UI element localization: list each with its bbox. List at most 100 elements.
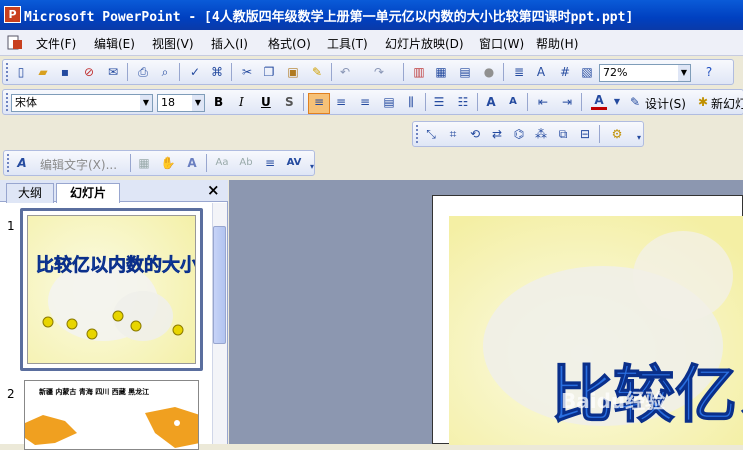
flip-icon[interactable]: ⇄ [489, 126, 505, 142]
same-letter-heights-icon[interactable]: Aa [214, 155, 230, 171]
decrease-font-icon[interactable]: A [505, 94, 521, 110]
powerpoint-app-icon[interactable]: P [4, 6, 21, 23]
menu-slideshow[interactable]: 幻灯片放映(D) [385, 35, 464, 52]
expand-all-icon[interactable]: ≣ [511, 64, 527, 80]
align-center-icon[interactable]: ≡ [333, 94, 349, 110]
menu-help[interactable]: 帮助(H) [536, 35, 578, 52]
underline-button[interactable]: U [261, 95, 271, 109]
menu-window[interactable]: 窗口(W) [479, 35, 524, 52]
open-folder-icon[interactable]: ▰ [35, 64, 51, 80]
menu-edit[interactable]: 编辑(E) [94, 35, 135, 52]
insert-chart-icon[interactable]: ▥ [411, 64, 427, 80]
wordart-alignment-icon[interactable]: ≡ [262, 155, 278, 171]
font-size: 18 [161, 96, 175, 109]
thumbnail-number: 2 [7, 387, 15, 401]
new-document-icon[interactable]: ▯ [13, 64, 29, 80]
character-spacing-icon[interactable]: AV [286, 155, 302, 171]
edit-text-button[interactable]: 编辑文字(X)... [40, 156, 117, 173]
rotate-icon[interactable]: ⟲ [467, 126, 483, 142]
toolbar-grip[interactable] [7, 154, 12, 172]
spelling-icon[interactable]: ✓ [187, 64, 203, 80]
slide-thumbnail-selected[interactable]: 比较亿以内数的大小 [20, 208, 203, 371]
new-slide-icon[interactable]: ✱ [695, 94, 711, 110]
toolbar-options-icon[interactable]: ▾ [304, 159, 320, 175]
shadow-button[interactable]: S [285, 95, 294, 109]
slide-canvas[interactable]: 比较亿以内 Baidu经验 [432, 195, 743, 445]
select-objects-icon[interactable]: ⤡ [423, 126, 439, 142]
paste-icon[interactable]: ▣ [285, 64, 301, 80]
standard-toolbar: ▯ ▰ ▪ ⊘ ✉ ⎙ ⌕ ✓ ⌘ ✂ ❐ ▣ ✎ ↶ ↷ ▥ ▦ ▤ ● ≣ … [2, 59, 734, 85]
show-formatting-icon[interactable]: A [533, 64, 549, 80]
tables-borders-icon[interactable]: ▤ [457, 64, 473, 80]
design-button[interactable]: 设计(S) [645, 95, 686, 112]
menu-insert[interactable]: 插入(I) [211, 35, 248, 52]
zoom-combo[interactable]: 72% ▼ [599, 64, 691, 82]
tab-outline[interactable]: 大纲 [6, 183, 54, 203]
italic-button[interactable]: I [239, 95, 244, 109]
menu-view[interactable]: 视图(V) [152, 35, 194, 52]
decrease-indent-icon[interactable]: ⇤ [535, 94, 551, 110]
undo-icon[interactable]: ↶ [337, 64, 353, 80]
distributed-icon[interactable]: ⫼ [403, 94, 419, 110]
copy-icon[interactable]: ❐ [261, 64, 277, 80]
format-painter-icon[interactable]: ✎ [309, 64, 325, 80]
object-format-icon[interactable]: ⚙ [609, 126, 625, 142]
cut-icon[interactable]: ✂ [239, 64, 255, 80]
thumbnail-number: 1 [7, 219, 15, 233]
transform-icon[interactable]: ⁂ [533, 126, 549, 142]
show-grid-icon[interactable]: # [557, 64, 573, 80]
color-grayscale-icon[interactable]: ▧ [579, 64, 595, 80]
pane-tab-strip: 大纲 幻灯片 × [0, 180, 228, 203]
email-icon[interactable]: ✉ [105, 64, 121, 80]
scrollbar-thumb[interactable] [213, 226, 226, 344]
slide-thumbnail[interactable]: 新疆 内蒙古 青海 四川 西藏 黑龙江 [24, 380, 199, 450]
print-icon[interactable]: ⎙ [135, 64, 151, 80]
justify-icon[interactable]: ▤ [381, 94, 397, 110]
redo-icon[interactable]: ↷ [371, 64, 387, 80]
document-icon[interactable] [6, 34, 24, 52]
baidu-watermark: Baidu经验 [561, 389, 665, 413]
chevron-down-icon[interactable]: ▼ [678, 65, 690, 81]
align-right-icon[interactable]: ≡ [357, 94, 373, 110]
toolbar-grip[interactable] [416, 125, 421, 143]
increase-font-icon[interactable]: A [483, 94, 499, 110]
save-icon[interactable]: ▪ [57, 64, 73, 80]
format-wordart-icon[interactable]: ✋ [160, 155, 176, 171]
permission-icon[interactable]: ⊘ [81, 64, 97, 80]
align-left-icon[interactable]: ≡ [308, 93, 330, 114]
chevron-down-icon[interactable]: ▼ [609, 94, 625, 110]
reset-icon[interactable]: ⊟ [577, 126, 593, 142]
font-size-combo[interactable]: 18 ▼ [157, 94, 205, 112]
font-color-icon[interactable]: A [591, 94, 607, 110]
slide-artwork: 比较亿以内 Baidu经验 [449, 216, 743, 445]
design-icon[interactable]: ✎ [627, 94, 643, 110]
bullets-icon[interactable]: ☷ [455, 94, 471, 110]
close-pane-icon[interactable]: × [207, 181, 220, 199]
menu-format[interactable]: 格式(O) [268, 35, 311, 52]
crop-icon[interactable]: ⌗ [445, 126, 461, 142]
connector-icon[interactable]: ⌬ [511, 126, 527, 142]
increase-indent-icon[interactable]: ⇥ [559, 94, 575, 110]
vertical-text-icon[interactable]: Ab [238, 155, 254, 171]
chevron-down-icon[interactable]: ▼ [140, 95, 152, 111]
menu-tools[interactable]: 工具(T) [327, 35, 368, 52]
menu-file[interactable]: 文件(F) [36, 35, 76, 52]
toolbar-grip[interactable] [6, 63, 11, 81]
font-combo[interactable]: 宋体 ▼ [11, 94, 153, 112]
tab-slides[interactable]: 幻灯片 [56, 183, 120, 203]
insert-table-icon[interactable]: ▦ [433, 64, 449, 80]
numbering-icon[interactable]: ☰ [431, 94, 447, 110]
help-icon[interactable]: ? [701, 64, 717, 80]
insert-wordart-icon[interactable]: A [14, 155, 30, 171]
group-icon[interactable]: ⧉ [555, 126, 571, 142]
bold-button[interactable]: B [214, 95, 223, 109]
toolbar-options-icon[interactable]: ▾ [631, 130, 647, 146]
wordart-gallery-icon[interactable]: ▦ [136, 155, 152, 171]
research-icon[interactable]: ⌘ [209, 64, 225, 80]
wordart-shape-icon[interactable]: A [184, 155, 200, 171]
insert-diagram-icon[interactable]: ● [481, 64, 497, 80]
chevron-down-icon[interactable]: ▼ [192, 95, 204, 111]
print-preview-icon[interactable]: ⌕ [157, 64, 173, 80]
slide-thumbnails-list: 1 比较亿以内数的大小 2 新疆 内蒙古 青海 四川 西藏 黑龙江 [0, 203, 212, 450]
new-slide-button[interactable]: 新幻灯 [711, 95, 743, 112]
